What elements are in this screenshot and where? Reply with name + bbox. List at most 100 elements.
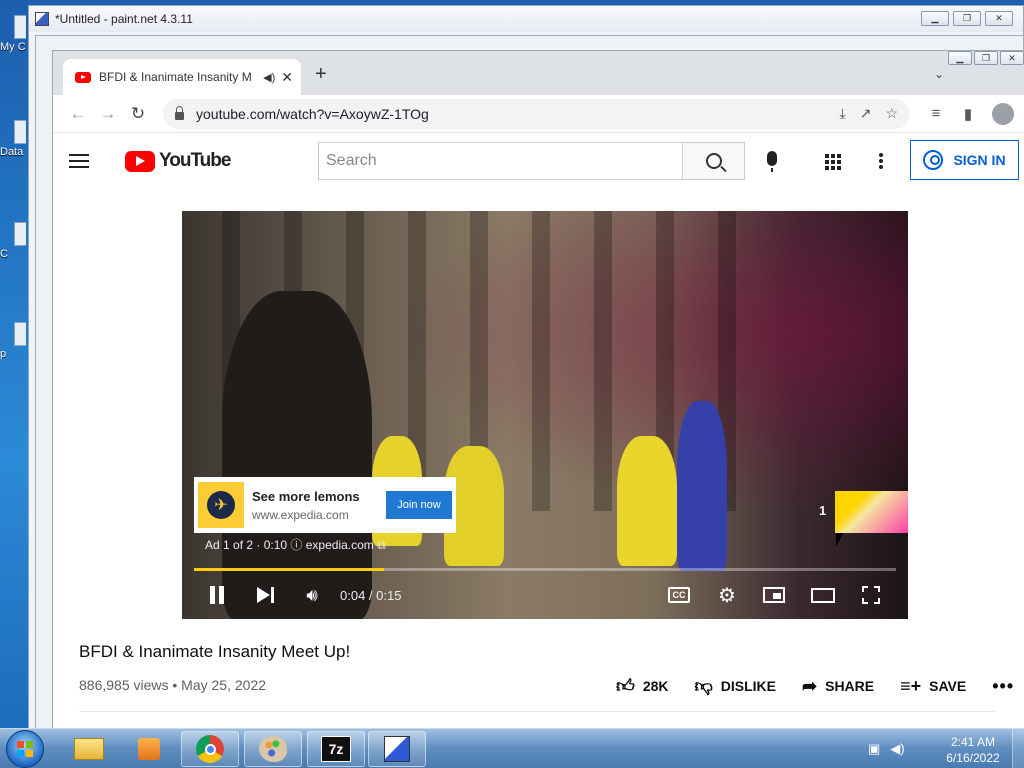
- bookmark-star-icon[interactable]: ☆: [885, 105, 898, 122]
- address-bar[interactable]: youtube.com/watch?v=AxoywZ-1TOg ⤓ ↗ ☆: [163, 98, 910, 129]
- info-icon[interactable]: ⓘ: [290, 538, 305, 552]
- video-title: BFDI & Inanimate Insanity Meet Up!: [79, 642, 351, 661]
- taskbar-7zip[interactable]: 7z: [307, 731, 365, 767]
- youtube-logo-text: YouTube: [159, 150, 231, 171]
- volume-tray-icon[interactable]: ◀): [890, 741, 904, 757]
- next-button[interactable]: [254, 579, 276, 611]
- side-panel-icon[interactable]: ▮: [952, 105, 984, 123]
- taskbar-clock[interactable]: 2:41 AM 6/16/2022: [940, 734, 1006, 766]
- chrome-window-controls: ▁ ❐ ✕: [948, 51, 1024, 65]
- ad-next-video-thumbnail[interactable]: [835, 491, 908, 533]
- ad-advertiser-link[interactable]: expedia.com: [306, 538, 374, 552]
- system-tray: ▣ ◀): [868, 741, 905, 757]
- external-link-icon: ⧉: [377, 538, 386, 552]
- chevron-down-icon[interactable]: ⌄: [934, 67, 944, 81]
- desktop-icon-label: Data: [0, 146, 24, 158]
- shortcut-icon: [14, 120, 26, 144]
- install-app-icon[interactable]: ⤓: [840, 105, 846, 122]
- taskbar-chrome[interactable]: [181, 731, 239, 767]
- lock-icon[interactable]: [175, 105, 184, 120]
- shortcut-icon: [14, 222, 26, 246]
- captions-button[interactable]: CC: [668, 579, 690, 611]
- theater-mode-button[interactable]: [810, 579, 836, 611]
- minimize-button[interactable]: ▁: [921, 11, 949, 26]
- like-button[interactable]: 👍︎ 28K: [616, 675, 669, 697]
- ad-advertiser-logo: ✈: [198, 482, 244, 528]
- start-button[interactable]: [6, 730, 44, 768]
- close-button[interactable]: ✕: [985, 11, 1013, 26]
- show-desktop-button[interactable]: [1012, 729, 1024, 768]
- desktop-icon-data[interactable]: Data: [0, 120, 26, 158]
- desktop-icon-p[interactable]: p: [0, 322, 26, 360]
- desktop-icon-c[interactable]: C: [0, 222, 26, 260]
- desktop-icon-label: My C: [0, 41, 26, 53]
- browser-toolbar: ← → ↻ youtube.com/watch?v=AxoywZ-1TOg ⤓ …: [53, 95, 1024, 133]
- speaker-icon[interactable]: ◀︎): [263, 71, 275, 84]
- progress-bar[interactable]: [194, 568, 896, 571]
- more-options-icon[interactable]: [879, 153, 883, 169]
- reload-icon[interactable]: ↻: [123, 104, 153, 124]
- share-icon[interactable]: ↗: [860, 105, 872, 122]
- save-button[interactable]: ≡+ SAVE: [900, 676, 966, 697]
- profile-avatar-icon[interactable]: [992, 102, 1014, 125]
- apps-grid-icon[interactable]: [825, 154, 841, 170]
- video-frame-figure: [677, 401, 727, 571]
- video-player[interactable]: ✈ See more lemons www.expedia.com Join n…: [182, 211, 908, 619]
- more-actions-icon[interactable]: •••: [992, 676, 1014, 697]
- windows-logo-icon: [17, 741, 33, 757]
- share-button[interactable]: ➦ SHARE: [802, 676, 874, 697]
- chrome-icon: [196, 735, 224, 763]
- ad-info-line: Ad 1 of 2 · 0:10 ⓘ expedia.com ⧉: [205, 536, 386, 553]
- player-controls: 🔊︎ 0:04 / 0:15 CC ⚙: [182, 579, 908, 611]
- network-icon[interactable]: ▣: [868, 741, 880, 757]
- desktop-icon-label: C: [0, 248, 8, 260]
- user-account-icon: [923, 150, 944, 170]
- minimize-button[interactable]: ▁: [948, 51, 972, 65]
- clock-date: 6/16/2022: [946, 751, 1000, 765]
- 7zip-icon: 7z: [321, 736, 351, 762]
- taskbar-file-explorer[interactable]: [60, 731, 118, 767]
- desktop-icon-label: p: [0, 348, 7, 360]
- media-queue-icon[interactable]: ≡: [920, 105, 952, 122]
- sign-in-label: SIGN IN: [953, 152, 1006, 168]
- fullscreen-button[interactable]: [860, 579, 882, 611]
- divider: [79, 711, 995, 712]
- taskbar-paint-net[interactable]: [368, 731, 426, 767]
- tab-title: BFDI & Inanimate Insanity M: [99, 70, 252, 84]
- video-frame-figure: [617, 436, 677, 566]
- search-button[interactable]: [682, 142, 745, 180]
- tab-youtube-video[interactable]: BFDI & Inanimate Insanity M ◀︎) ✕: [63, 59, 301, 95]
- dislike-label: DISLIKE: [720, 678, 777, 694]
- ad-overlay-card[interactable]: ✈ See more lemons www.expedia.com Join n…: [194, 477, 456, 533]
- close-button[interactable]: ✕: [1000, 51, 1024, 65]
- desktop-icon-my-computer[interactable]: My C: [0, 15, 26, 53]
- share-label: SHARE: [825, 678, 875, 694]
- ad-title: See more lemons: [252, 488, 360, 504]
- youtube-logo[interactable]: YouTube: [125, 150, 231, 172]
- paint-net-titlebar[interactable]: *Untitled - paint.net 4.3.11: [29, 6, 1023, 32]
- add-to-playlist-icon: ≡+: [900, 675, 922, 696]
- restore-button[interactable]: ❐: [953, 11, 981, 26]
- tab-strip: BFDI & Inanimate Insanity M ◀︎) ✕ + ⌄ ▁ …: [53, 51, 1024, 95]
- folder-icon: [74, 738, 104, 760]
- forward-arrow-icon[interactable]: →: [93, 104, 123, 124]
- pause-button[interactable]: [206, 579, 228, 611]
- miniplayer-button[interactable]: [762, 579, 786, 611]
- taskbar-media-player[interactable]: [120, 731, 178, 767]
- close-tab-icon[interactable]: ✕: [281, 69, 293, 86]
- sign-in-button[interactable]: SIGN IN: [910, 140, 1019, 180]
- microphone-icon[interactable]: [767, 151, 777, 172]
- volume-icon[interactable]: 🔊︎: [300, 579, 324, 611]
- menu-hamburger-icon[interactable]: [69, 154, 89, 168]
- ad-join-now-button[interactable]: Join now: [386, 491, 452, 519]
- back-arrow-icon[interactable]: ←: [63, 104, 93, 124]
- paint-net-app-icon: [35, 12, 49, 26]
- settings-gear-icon[interactable]: ⚙: [716, 579, 738, 611]
- new-tab-button[interactable]: +: [315, 63, 327, 86]
- search-input[interactable]: Search: [318, 142, 683, 180]
- taskbar-paint[interactable]: [244, 731, 302, 767]
- restore-button[interactable]: ❐: [974, 51, 998, 65]
- dislike-button[interactable]: 👎︎ DISLIKE: [695, 675, 777, 697]
- thumbs-down-icon: 👎︎: [694, 676, 713, 696]
- ad-domain: www.expedia.com: [252, 507, 349, 522]
